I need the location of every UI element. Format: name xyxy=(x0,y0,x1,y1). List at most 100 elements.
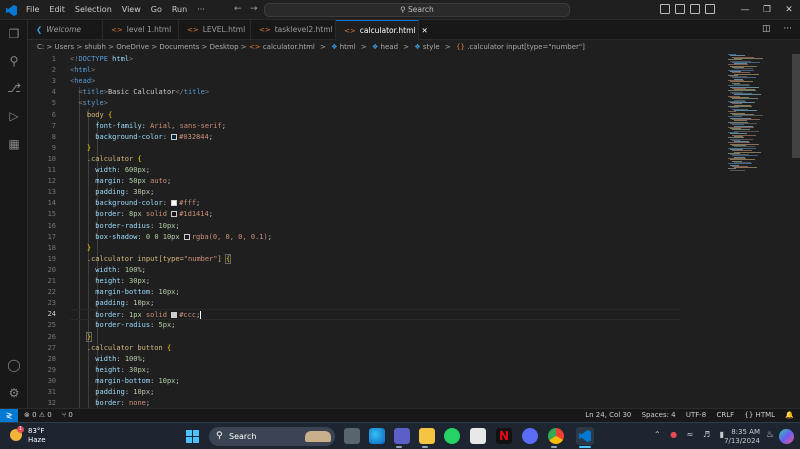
netflix-icon[interactable]: N xyxy=(496,428,512,444)
more-actions-icon[interactable]: ··· xyxy=(783,24,792,34)
status-bar: ≷ ⊗ 0 ⚠ 0 ⑂ 0 Ln 24, Col 30 Spaces: 4 UT… xyxy=(0,408,800,422)
weather-temp: 83°F xyxy=(28,427,45,435)
close-tab-icon[interactable]: ✕ xyxy=(422,26,428,35)
chrome-icon[interactable] xyxy=(548,428,564,444)
code-line: width: 100%; xyxy=(95,265,146,274)
html-icon: <> xyxy=(248,43,261,51)
code-line: } xyxy=(86,243,92,252)
breadcrumb-selector[interactable]: .calculator input[type="number"] xyxy=(467,43,585,51)
minimap[interactable] xyxy=(726,54,786,174)
code-area[interactable]: <!DOCTYPE html> <html> <head> <title>Bas… xyxy=(70,54,750,408)
vscode-taskbar-icon[interactable] xyxy=(576,427,594,445)
copilot-app-icon[interactable] xyxy=(522,428,538,444)
line-number: 23 xyxy=(47,299,56,308)
tab-level-1[interactable]: <> level 1.html xyxy=(103,20,179,40)
menu-file[interactable]: File xyxy=(26,5,39,14)
color-swatch[interactable] xyxy=(171,211,178,218)
close-window-icon[interactable]: ✕ xyxy=(778,0,800,20)
start-button-icon[interactable] xyxy=(186,430,199,443)
minimize-icon[interactable]: — xyxy=(734,0,756,20)
code-line: <head> xyxy=(70,77,96,86)
teams-icon[interactable] xyxy=(394,428,410,444)
problems-indicator[interactable]: ⊗ 0 ⚠ 0 xyxy=(24,411,52,419)
breadcrumb-file[interactable]: calculator.html xyxy=(263,43,315,51)
taskbar-search[interactable]: ⚲ Search xyxy=(209,427,335,446)
activity-bar: ❐ ⚲ ⎇ ▷ ▦ ◯ ⚙ xyxy=(0,20,28,408)
notification-bell-icon[interactable]: ♨ xyxy=(766,430,774,440)
line-number: 22 xyxy=(47,288,56,297)
color-swatch[interactable] xyxy=(171,133,178,140)
command-center-search[interactable]: ⚲ Search xyxy=(264,3,570,17)
tab-calculator[interactable]: <> calculator.html ✕ xyxy=(336,20,428,40)
copilot-icon[interactable] xyxy=(779,429,794,444)
tab-welcome[interactable]: ❮ Welcome xyxy=(28,20,103,40)
tab-level[interactable]: <> LEVEL.html xyxy=(179,20,251,40)
toggle-panel-icon[interactable] xyxy=(675,4,685,14)
scrollbar-thumb[interactable] xyxy=(792,54,800,158)
cursor-position[interactable]: Ln 24, Col 30 xyxy=(585,411,631,419)
windows-taskbar: 1 83°F Haze ⚲ Search N ⌃ ● ≈ ♬ ▮ 8:35 AM … xyxy=(0,422,800,449)
language-mode[interactable]: {} HTML xyxy=(744,411,775,419)
manage-gear-icon[interactable]: ⚙ xyxy=(6,385,22,401)
color-swatch[interactable] xyxy=(171,312,178,319)
menu-edit[interactable]: Edit xyxy=(49,5,65,14)
running-indicator xyxy=(396,446,402,448)
breadcrumb-path[interactable]: C: > Users > shubh > OneDrive > Document… xyxy=(37,43,247,51)
line-number: 18 xyxy=(47,243,56,252)
microsoft-store-icon[interactable] xyxy=(470,428,486,444)
toggle-primary-sidebar-icon[interactable] xyxy=(660,4,670,14)
menu-go[interactable]: Go xyxy=(151,5,162,14)
run-debug-icon[interactable]: ▷ xyxy=(6,108,22,124)
breadcrumb-style[interactable]: style xyxy=(423,43,440,51)
source-control-icon[interactable]: ⎇ xyxy=(6,80,22,96)
breadcrumb-head[interactable]: head xyxy=(381,43,398,51)
vertical-scrollbar[interactable] xyxy=(792,54,800,408)
encoding[interactable]: UTF-8 xyxy=(686,411,706,419)
end-of-line[interactable]: CRLF xyxy=(717,411,735,419)
volume-icon[interactable]: ♬ xyxy=(703,430,710,439)
toggle-secondary-sidebar-icon[interactable] xyxy=(690,4,700,14)
line-number: 1 xyxy=(51,55,56,63)
account-icon[interactable]: ◯ xyxy=(6,357,22,373)
tab-tasklevel2[interactable]: <> tasklevel2.html xyxy=(251,20,336,40)
menu-selection[interactable]: Selection xyxy=(75,5,112,14)
html-icon: <> xyxy=(111,26,123,34)
code-line: border-radius: 5px; xyxy=(95,321,176,330)
menu-more[interactable]: ··· xyxy=(197,5,205,14)
edge-icon[interactable] xyxy=(369,428,385,444)
ports-indicator[interactable]: ⑂ 0 xyxy=(62,411,73,419)
search-view-icon[interactable]: ⚲ xyxy=(6,53,22,69)
split-editor-icon[interactable]: ◫ xyxy=(762,24,771,34)
forward-arrow-icon[interactable]: → xyxy=(250,4,258,14)
code-line: <html> xyxy=(70,66,96,75)
back-arrow-icon[interactable]: ← xyxy=(234,4,242,14)
tray-app-icon[interactable]: ● xyxy=(670,430,677,439)
customize-layout-icon[interactable] xyxy=(705,4,715,14)
code-line: height: 30px; xyxy=(95,365,151,374)
task-view-icon[interactable] xyxy=(344,428,360,444)
menu-view[interactable]: View xyxy=(122,5,141,14)
breadcrumb-html[interactable]: html xyxy=(340,43,356,51)
taskbar-clock[interactable]: 8:35 AM 7/13/2024 xyxy=(724,428,760,446)
code-line: margin-bottom: 10px; xyxy=(95,288,180,297)
code-line: } xyxy=(86,143,92,152)
selector-icon: {} xyxy=(456,43,465,51)
menu-run[interactable]: Run xyxy=(172,5,187,14)
color-swatch[interactable] xyxy=(183,233,190,240)
chevron-up-icon[interactable]: ⌃ xyxy=(654,430,661,439)
wifi-icon[interactable]: ≈ xyxy=(687,430,694,439)
color-swatch[interactable] xyxy=(171,200,178,207)
whatsapp-icon[interactable] xyxy=(444,428,460,444)
notifications-bell-icon[interactable]: 🔔 xyxy=(785,411,794,419)
restore-icon[interactable]: ❐ xyxy=(756,0,778,20)
code-line: margin: 50px auto; xyxy=(95,177,172,186)
code-line: border: 8px solid #1d1414; xyxy=(95,210,213,219)
explorer-icon[interactable]: ❐ xyxy=(6,26,22,42)
indentation[interactable]: Spaces: 4 xyxy=(642,411,676,419)
file-explorer-icon[interactable] xyxy=(419,428,435,444)
line-number: 5 xyxy=(51,99,56,108)
extensions-icon[interactable]: ▦ xyxy=(6,136,22,152)
code-line: .calculator { xyxy=(86,154,142,163)
remote-indicator-icon[interactable]: ≷ xyxy=(0,409,18,422)
code-editor[interactable]: 1 2 3 4 5 6 7 8 9 10 11 12 13 14 15 16 17 18 19 20 21 22 23 24 2… xyxy=(28,54,800,408)
